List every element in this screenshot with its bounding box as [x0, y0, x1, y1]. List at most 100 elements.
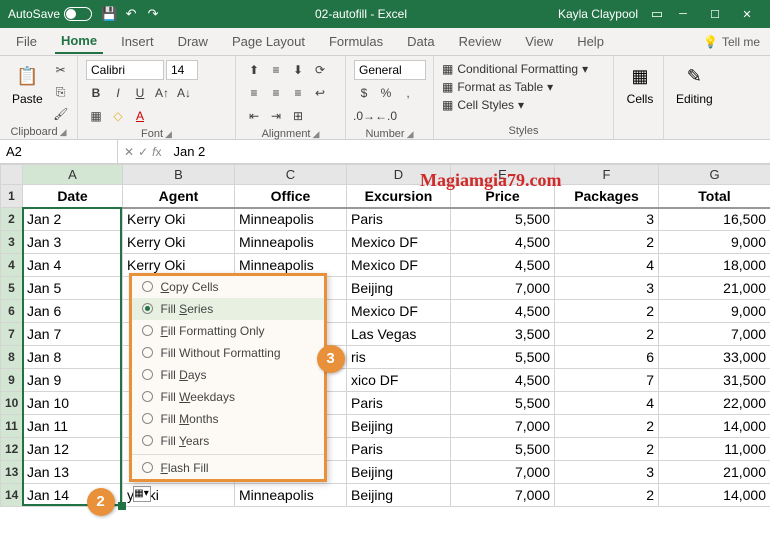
- col-header[interactable]: A: [23, 165, 123, 185]
- editing-button[interactable]: ✎Editing: [672, 60, 717, 108]
- cell[interactable]: Office: [235, 185, 347, 208]
- row-header[interactable]: 14: [1, 484, 23, 507]
- cell[interactable]: 3: [555, 277, 659, 300]
- cell[interactable]: Kerry Oki: [123, 231, 235, 254]
- cell[interactable]: 4,500: [451, 369, 555, 392]
- cell[interactable]: 2: [555, 415, 659, 438]
- cell[interactable]: Paris: [347, 438, 451, 461]
- redo-icon[interactable]: ↷: [142, 3, 164, 25]
- font-size-select[interactable]: 14: [166, 60, 198, 80]
- cell[interactable]: Paris: [347, 208, 451, 231]
- cell[interactable]: Jan 6: [23, 300, 123, 323]
- fx-icon[interactable]: fx: [152, 145, 161, 159]
- percent-icon[interactable]: %: [376, 83, 396, 103]
- cell[interactable]: Minneapolis: [235, 208, 347, 231]
- cell[interactable]: 3: [555, 208, 659, 231]
- cell-styles-button[interactable]: ▦Cell Styles ▾: [442, 98, 524, 112]
- cell[interactable]: 9,000: [659, 300, 770, 323]
- ribbon-display-icon[interactable]: ▭: [646, 3, 668, 25]
- align-center-icon[interactable]: ≡: [266, 83, 286, 103]
- autosave-toggle[interactable]: AutoSave: [8, 7, 92, 21]
- cell[interactable]: 4,500: [451, 231, 555, 254]
- bold-button[interactable]: B: [86, 83, 106, 103]
- cell[interactable]: 3,500: [451, 323, 555, 346]
- cell[interactable]: 4,500: [451, 254, 555, 277]
- tab-review[interactable]: Review: [453, 30, 508, 53]
- cell[interactable]: Jan 12: [23, 438, 123, 461]
- row-header[interactable]: 4: [1, 254, 23, 277]
- maximize-button[interactable]: ☐: [700, 3, 730, 25]
- cell[interactable]: Kerry Oki: [123, 208, 235, 231]
- cells-button[interactable]: ▦Cells: [622, 60, 658, 108]
- tab-home[interactable]: Home: [55, 29, 103, 54]
- cell[interactable]: Minneapolis: [235, 231, 347, 254]
- cell[interactable]: 4: [555, 392, 659, 415]
- cell[interactable]: 33,000: [659, 346, 770, 369]
- minimize-button[interactable]: ─: [668, 3, 698, 25]
- align-left-icon[interactable]: ≡: [244, 83, 264, 103]
- align-right-icon[interactable]: ≡: [288, 83, 308, 103]
- fill-handle[interactable]: [118, 502, 126, 510]
- cell[interactable]: 7,000: [451, 277, 555, 300]
- orientation-icon[interactable]: ⟳: [310, 60, 330, 80]
- font-color-icon[interactable]: A: [130, 106, 150, 126]
- tab-data[interactable]: Data: [401, 30, 440, 53]
- formula-bar[interactable]: Jan 2: [167, 144, 770, 159]
- decrease-indent-icon[interactable]: ⇤: [244, 106, 264, 126]
- comma-icon[interactable]: ,: [398, 83, 418, 103]
- borders-icon[interactable]: ▦: [86, 106, 106, 126]
- row-header[interactable]: 8: [1, 346, 23, 369]
- row-header[interactable]: 6: [1, 300, 23, 323]
- cell[interactable]: Jan 13: [23, 461, 123, 484]
- cell[interactable]: 7,000: [451, 461, 555, 484]
- cell[interactable]: Jan 10: [23, 392, 123, 415]
- cancel-formula-icon[interactable]: ✕: [124, 145, 134, 159]
- cell[interactable]: Mexico DF: [347, 254, 451, 277]
- underline-button[interactable]: U: [130, 83, 150, 103]
- increase-decimal-icon[interactable]: .0→: [354, 106, 374, 126]
- cell[interactable]: 18,000: [659, 254, 770, 277]
- row-header[interactable]: 12: [1, 438, 23, 461]
- row-header[interactable]: 9: [1, 369, 23, 392]
- cell[interactable]: Jan 4: [23, 254, 123, 277]
- col-header[interactable]: G: [659, 165, 770, 185]
- cell[interactable]: Jan 2: [23, 208, 123, 231]
- dialog-launcher-icon[interactable]: ◢: [313, 129, 320, 140]
- cell[interactable]: 6: [555, 346, 659, 369]
- cell[interactable]: Paris: [347, 392, 451, 415]
- undo-icon[interactable]: ↶: [120, 3, 142, 25]
- align-bottom-icon[interactable]: ⬇: [288, 60, 308, 80]
- cell[interactable]: Jan 7: [23, 323, 123, 346]
- row-header[interactable]: 10: [1, 392, 23, 415]
- cell[interactable]: Beijing: [347, 484, 451, 507]
- cell[interactable]: 5,500: [451, 346, 555, 369]
- menu-item[interactable]: Fill Months: [132, 408, 324, 430]
- cell[interactable]: 4: [555, 254, 659, 277]
- cell[interactable]: 9,000: [659, 231, 770, 254]
- worksheet-grid[interactable]: A B C D E F G 1 Date Agent Office Excurs…: [0, 164, 770, 507]
- cell[interactable]: Jan 3: [23, 231, 123, 254]
- cell[interactable]: Packages: [555, 185, 659, 208]
- save-icon[interactable]: 💾: [98, 3, 120, 25]
- autofill-options-button[interactable]: ▦▾: [133, 486, 151, 502]
- number-format-select[interactable]: General: [354, 60, 426, 80]
- cell[interactable]: xico DF: [347, 369, 451, 392]
- tab-draw[interactable]: Draw: [172, 30, 214, 53]
- cell[interactable]: 7,000: [451, 415, 555, 438]
- dialog-launcher-icon[interactable]: ◢: [60, 127, 67, 138]
- italic-button[interactable]: I: [108, 83, 128, 103]
- conditional-formatting-button[interactable]: ▦Conditional Formatting ▾: [442, 62, 588, 76]
- decrease-font-icon[interactable]: A↓: [174, 83, 194, 103]
- menu-item[interactable]: Fill Without Formatting: [132, 342, 324, 364]
- cell[interactable]: Beijing: [347, 415, 451, 438]
- tab-page-layout[interactable]: Page Layout: [226, 30, 311, 53]
- name-box[interactable]: A2: [0, 140, 118, 163]
- menu-item[interactable]: Copy Cells: [132, 276, 324, 298]
- cell[interactable]: 5,500: [451, 392, 555, 415]
- cell[interactable]: 21,000: [659, 277, 770, 300]
- dialog-launcher-icon[interactable]: ◢: [407, 129, 414, 140]
- paste-button[interactable]: 📋 Paste: [8, 60, 47, 108]
- cell[interactable]: 2: [555, 484, 659, 507]
- cell[interactable]: 4,500: [451, 300, 555, 323]
- align-top-icon[interactable]: ⬆: [244, 60, 264, 80]
